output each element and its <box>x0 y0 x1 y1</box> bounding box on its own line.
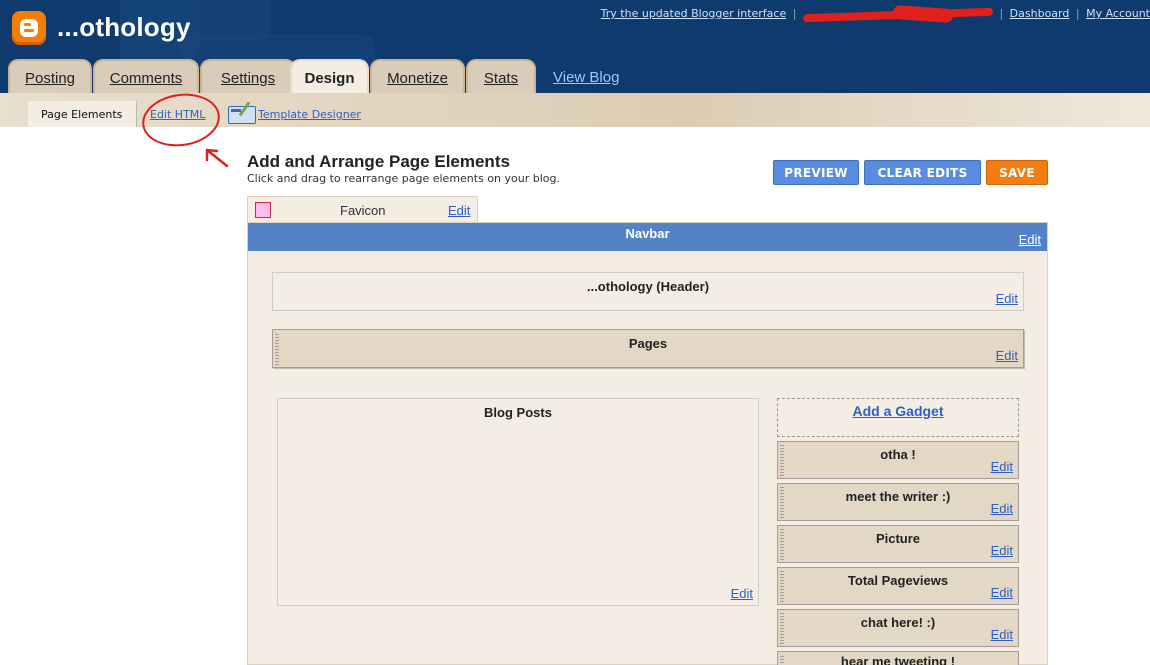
top-links: Try the updated Blogger interface | | Da… <box>601 7 1150 20</box>
gadget-edit-link[interactable]: Edit <box>991 459 1013 474</box>
view-blog-link[interactable]: View Blog <box>553 69 619 86</box>
gadget-edit-link[interactable]: Edit <box>991 627 1013 642</box>
navbar-gadget: Navbar Edit <box>248 223 1047 251</box>
sidebar-gadget[interactable]: meet the writer :) Edit <box>777 483 1019 521</box>
page-subtitle: Click and drag to rearrange page element… <box>247 172 560 185</box>
add-gadget-link[interactable]: Add a Gadget <box>777 398 1019 437</box>
sidebar-gadget[interactable]: Total Pageviews Edit <box>777 567 1019 605</box>
dashboard-link[interactable]: Dashboard <box>1010 7 1070 20</box>
pages-edit-link[interactable]: Edit <box>996 348 1018 363</box>
my-account-link[interactable]: My Account <box>1086 7 1150 20</box>
gadget-label: Picture <box>875 531 921 546</box>
gadget-edit-link[interactable]: Edit <box>991 501 1013 516</box>
subnav-page-elements[interactable]: Page Elements <box>41 108 122 121</box>
header-gadget-label: ...othology (Header) <box>586 279 710 294</box>
pages-gadget-label: Pages <box>628 336 668 351</box>
sidebar-gadget[interactable]: Picture Edit <box>777 525 1019 563</box>
clear-edits-button[interactable]: CLEAR EDITS <box>864 160 981 185</box>
gadget-label: chat here! :) <box>860 615 936 630</box>
tab-settings[interactable]: Settings <box>200 59 296 93</box>
header-edit-link[interactable]: Edit <box>996 291 1018 306</box>
gadget-edit-link[interactable]: Edit <box>991 543 1013 558</box>
gadget-label: meet the writer :) <box>845 489 951 504</box>
blogger-logo-icon[interactable] <box>12 11 46 45</box>
tab-comments[interactable]: Comments <box>93 59 199 93</box>
tab-monetize[interactable]: Monetize <box>370 59 465 93</box>
blog-posts-label: Blog Posts <box>484 405 552 420</box>
header-gadget[interactable]: ...othology (Header) Edit <box>272 272 1024 311</box>
sidebar-gadget[interactable]: hear me tweeting ! <box>777 651 1019 665</box>
annotation-arrow-icon <box>205 148 229 168</box>
try-updated-interface-link[interactable]: Try the updated Blogger interface <box>601 7 787 20</box>
page-title: Add and Arrange Page Elements <box>247 152 510 171</box>
top-header: ...othology Try the updated Blogger inte… <box>0 0 1150 93</box>
blog-title: ...othology <box>57 12 191 42</box>
link-separator: | <box>999 7 1004 20</box>
gadget-edit-link[interactable]: Edit <box>991 585 1013 600</box>
gadget-label: otha ! <box>880 447 916 462</box>
sidebar-gadget[interactable]: chat here! :) Edit <box>777 609 1019 647</box>
pages-gadget[interactable]: Pages Edit <box>272 329 1024 368</box>
link-separator: | <box>1075 7 1080 20</box>
favicon-gadget: Favicon Edit <box>247 196 478 222</box>
gadget-label: Total Pageviews <box>847 573 949 588</box>
tab-stats[interactable]: Stats <box>466 59 536 93</box>
subnav-divider <box>136 101 137 127</box>
gadget-label: hear me tweeting ! <box>840 654 956 665</box>
favicon-label: Favicon <box>340 203 386 218</box>
link-separator: | <box>792 7 797 20</box>
favicon-icon <box>255 202 271 218</box>
sidebar-gadget[interactable]: otha ! Edit <box>777 441 1019 479</box>
save-button[interactable]: SAVE <box>986 160 1048 185</box>
redacted-scribble <box>803 9 993 19</box>
navbar-label: Navbar <box>625 226 670 241</box>
template-designer-icon[interactable] <box>228 106 256 124</box>
preview-button[interactable]: PREVIEW <box>773 160 859 185</box>
blog-posts-edit-link[interactable]: Edit <box>731 586 753 601</box>
blog-posts-gadget[interactable]: Blog Posts Edit <box>277 398 759 606</box>
navbar-edit-link[interactable]: Edit <box>1019 232 1041 247</box>
subnav-template-designer[interactable]: Template Designer <box>258 108 361 121</box>
tab-posting[interactable]: Posting <box>8 59 92 93</box>
tab-design[interactable]: Design <box>290 59 369 93</box>
favicon-edit-link[interactable]: Edit <box>448 203 470 218</box>
